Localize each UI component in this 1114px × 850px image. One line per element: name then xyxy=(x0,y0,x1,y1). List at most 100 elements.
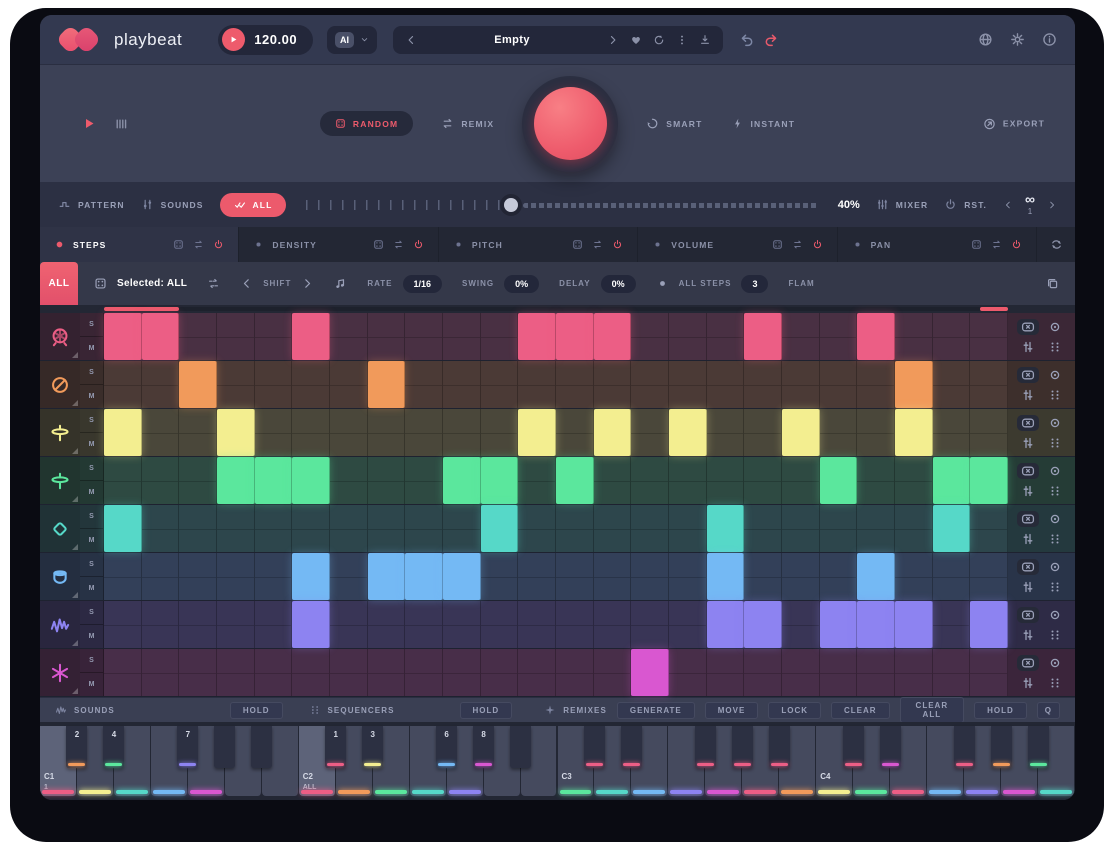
remixes-section-label[interactable]: REMIXES xyxy=(544,704,607,716)
step-21[interactable] xyxy=(857,313,895,360)
black-key-11[interactable] xyxy=(621,726,642,768)
step-7[interactable] xyxy=(330,649,368,696)
step-18[interactable] xyxy=(744,409,782,456)
step-22[interactable] xyxy=(895,649,933,696)
step-5[interactable] xyxy=(255,505,293,552)
step-17[interactable] xyxy=(707,313,745,360)
step-10[interactable] xyxy=(443,649,481,696)
black-key-13[interactable] xyxy=(732,726,753,768)
track-drag-handle-button[interactable] xyxy=(1048,676,1062,690)
step-21[interactable] xyxy=(857,601,895,648)
step-20[interactable] xyxy=(820,457,858,504)
instant-mode-button[interactable]: INSTANT xyxy=(731,117,796,130)
black-key-16[interactable] xyxy=(880,726,901,768)
download-icon[interactable] xyxy=(699,34,711,46)
step-21[interactable] xyxy=(857,553,895,600)
step-11[interactable] xyxy=(481,601,519,648)
step-19[interactable] xyxy=(782,361,820,408)
remix-mode-button[interactable]: REMIX xyxy=(441,117,494,130)
mute-button[interactable]: M xyxy=(80,577,103,600)
step-3[interactable] xyxy=(179,601,217,648)
reload-icon[interactable] xyxy=(653,34,665,46)
swap-icon[interactable] xyxy=(207,277,220,290)
track-knob-button[interactable] xyxy=(1048,608,1062,622)
step-2[interactable] xyxy=(142,361,180,408)
heart-icon[interactable] xyxy=(630,34,642,46)
track-drag-handle-button[interactable] xyxy=(1048,436,1062,450)
step-17[interactable] xyxy=(707,361,745,408)
step-3[interactable] xyxy=(179,553,217,600)
step-5[interactable] xyxy=(255,601,293,648)
step-21[interactable] xyxy=(857,361,895,408)
mixer-button[interactable]: MIXER xyxy=(876,198,928,211)
step-19[interactable] xyxy=(782,409,820,456)
track-drag-handle-button[interactable] xyxy=(1048,484,1062,498)
step-9[interactable] xyxy=(405,457,443,504)
random-mode-button[interactable]: RANDOM xyxy=(320,111,413,136)
mute-button[interactable]: M xyxy=(80,337,103,360)
step-24[interactable] xyxy=(970,505,1008,552)
global-density-slider[interactable] xyxy=(306,196,817,214)
clear-track-button[interactable] xyxy=(1017,415,1039,431)
step-6[interactable] xyxy=(292,601,330,648)
randomize-steps-icon[interactable] xyxy=(94,277,107,290)
step-19[interactable] xyxy=(782,457,820,504)
step-12[interactable] xyxy=(518,553,556,600)
step-17[interactable] xyxy=(707,505,745,552)
step-7[interactable] xyxy=(330,601,368,648)
step-13[interactable] xyxy=(556,361,594,408)
step-1[interactable] xyxy=(104,313,142,360)
black-key-0[interactable]: 2 xyxy=(66,726,87,768)
step-1[interactable] xyxy=(104,649,142,696)
piano-roll-icon[interactable] xyxy=(114,116,129,131)
step-4[interactable] xyxy=(217,313,255,360)
step-9[interactable] xyxy=(405,601,443,648)
step-20[interactable] xyxy=(820,553,858,600)
step-1[interactable] xyxy=(104,457,142,504)
step-22[interactable] xyxy=(895,361,933,408)
solo-button[interactable]: S xyxy=(80,457,103,481)
step-8[interactable] xyxy=(368,649,406,696)
step-22[interactable] xyxy=(895,601,933,648)
step-24[interactable] xyxy=(970,553,1008,600)
next-preset-icon[interactable] xyxy=(607,34,619,46)
step-1[interactable] xyxy=(104,601,142,648)
step-16[interactable] xyxy=(669,649,707,696)
hold-button[interactable]: HOLD xyxy=(974,702,1027,719)
step-20[interactable] xyxy=(820,505,858,552)
step-15[interactable] xyxy=(631,361,669,408)
quantize-button[interactable]: Q xyxy=(1037,702,1060,719)
track-filter-button[interactable] xyxy=(1021,676,1035,690)
step-22[interactable] xyxy=(895,313,933,360)
step-23[interactable] xyxy=(933,409,971,456)
track-drag-handle-button[interactable] xyxy=(1048,532,1062,546)
bpm-widget[interactable]: 120.00 xyxy=(218,25,313,55)
step-4[interactable] xyxy=(217,361,255,408)
step-7[interactable] xyxy=(330,457,368,504)
step-24[interactable] xyxy=(970,649,1008,696)
step-1[interactable] xyxy=(104,361,142,408)
step-13[interactable] xyxy=(556,409,594,456)
next-pattern-icon[interactable] xyxy=(1047,200,1057,210)
mute-button[interactable]: M xyxy=(80,625,103,648)
step-23[interactable] xyxy=(933,505,971,552)
step-14[interactable] xyxy=(594,649,632,696)
step-9[interactable] xyxy=(405,553,443,600)
all-steps-dot-icon[interactable] xyxy=(656,277,669,290)
step-9[interactable] xyxy=(405,505,443,552)
transport-play-button[interactable] xyxy=(222,28,245,51)
step-8[interactable] xyxy=(368,505,406,552)
step-13[interactable] xyxy=(556,649,594,696)
instrument-button-3[interactable] xyxy=(40,409,80,456)
step-24[interactable] xyxy=(970,361,1008,408)
kebab-menu-icon[interactable] xyxy=(676,34,688,46)
preset-name[interactable]: Empty xyxy=(428,34,596,46)
step-16[interactable] xyxy=(669,601,707,648)
step-16[interactable] xyxy=(669,361,707,408)
all-steps-value[interactable]: 3 xyxy=(741,275,768,293)
step-1[interactable] xyxy=(104,553,142,600)
step-6[interactable] xyxy=(292,553,330,600)
track-filter-button[interactable] xyxy=(1021,340,1035,354)
step-20[interactable] xyxy=(820,601,858,648)
step-15[interactable] xyxy=(631,649,669,696)
